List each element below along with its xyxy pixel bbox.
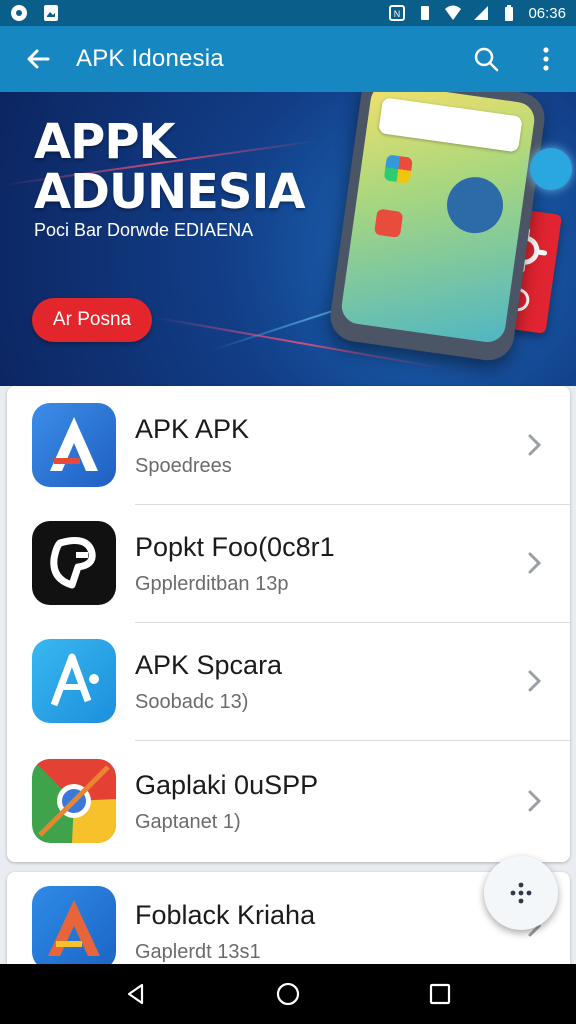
banner-headline-1: APPK xyxy=(34,114,176,170)
recents-square-icon xyxy=(429,983,451,1005)
phone-search-graphic xyxy=(378,97,523,153)
back-triangle-icon xyxy=(127,983,144,1005)
phone-screen xyxy=(339,92,537,345)
app-bar: APK Idonesia xyxy=(0,26,576,92)
app-name: APK APK xyxy=(135,414,250,444)
blue-a-icon xyxy=(32,639,116,723)
search-icon xyxy=(474,47,499,72)
list-item[interactable]: APK Spcara Soobadc 13) xyxy=(7,622,570,740)
app-thumb-icon xyxy=(373,208,404,238)
black-swirl-icon xyxy=(32,521,116,605)
app-name: Gaplaki 0uSPP xyxy=(135,770,319,800)
chevron-right-icon xyxy=(528,434,542,456)
triangle-a-icon xyxy=(32,403,116,487)
app-meta: Gpplerditban 13p xyxy=(135,573,289,595)
search-button[interactable] xyxy=(456,26,516,92)
banner-subtitle: Poci Bar Dorwde EDIAENA xyxy=(34,220,254,240)
svg-text:N: N xyxy=(394,9,401,19)
app-name: APK Spcara xyxy=(135,650,283,680)
chrome-icon xyxy=(32,759,116,843)
app-name: Foblack Kriaha xyxy=(135,900,316,930)
chevron-right-icon xyxy=(528,670,542,692)
list-item[interactable]: Gaplaki 0uSPP Gaptanet 1) xyxy=(7,742,570,860)
app-meta: Spoedrees xyxy=(135,455,232,477)
list-item[interactable]: Popkt Foo(0c8r1 Gpplerditban 13p xyxy=(7,504,570,622)
app-thumb-icon xyxy=(383,154,413,184)
app-meta: Gaptanet 1) xyxy=(135,811,241,833)
back-arrow-icon xyxy=(27,49,50,69)
system-nav-bar xyxy=(0,964,576,1024)
page-title: APK Idonesia xyxy=(76,45,224,72)
list-item[interactable]: APK APK Spoedrees xyxy=(7,386,570,504)
signal-icon xyxy=(474,6,489,20)
clock: 06:36 xyxy=(528,4,566,22)
app-thumb-icon xyxy=(443,173,507,237)
chevron-right-icon xyxy=(528,790,542,812)
blue-badge-icon xyxy=(530,148,572,190)
app-meta: Soobadc 13) xyxy=(135,691,249,713)
vibrate-icon xyxy=(421,6,430,20)
nav-back-button[interactable] xyxy=(116,974,156,1014)
app-name: Popkt Foo(0c8r1 xyxy=(135,532,335,562)
nav-recents-button[interactable] xyxy=(420,974,460,1014)
more-options-button[interactable] xyxy=(516,26,576,92)
dots-grid-icon xyxy=(510,882,532,904)
banner-cta-button[interactable]: Ar Posna xyxy=(32,298,152,342)
back-button[interactable] xyxy=(0,26,76,92)
phone-graphic xyxy=(327,92,548,364)
home-circle-icon xyxy=(276,982,300,1006)
wifi-icon xyxy=(445,5,462,20)
banner-headline-2: ADUNESIA xyxy=(34,164,306,220)
chevron-right-icon xyxy=(528,552,542,574)
battery-icon xyxy=(505,5,514,21)
colored-a-icon xyxy=(32,886,116,970)
floating-action-button[interactable] xyxy=(484,856,558,930)
status-bar: N 06:36 xyxy=(0,0,576,26)
app-meta: Gaplerdt 13s1 xyxy=(135,941,261,963)
more-vert-icon xyxy=(543,47,549,71)
nfc-icon: N xyxy=(389,5,406,21)
image-icon xyxy=(44,5,58,21)
soccer-ball-icon xyxy=(11,5,27,21)
nav-home-button[interactable] xyxy=(268,974,308,1014)
divider xyxy=(135,740,570,741)
promo-banner[interactable]: APPK ADUNESIA Poci Bar Dorwde EDIAENA Ar… xyxy=(0,92,576,386)
